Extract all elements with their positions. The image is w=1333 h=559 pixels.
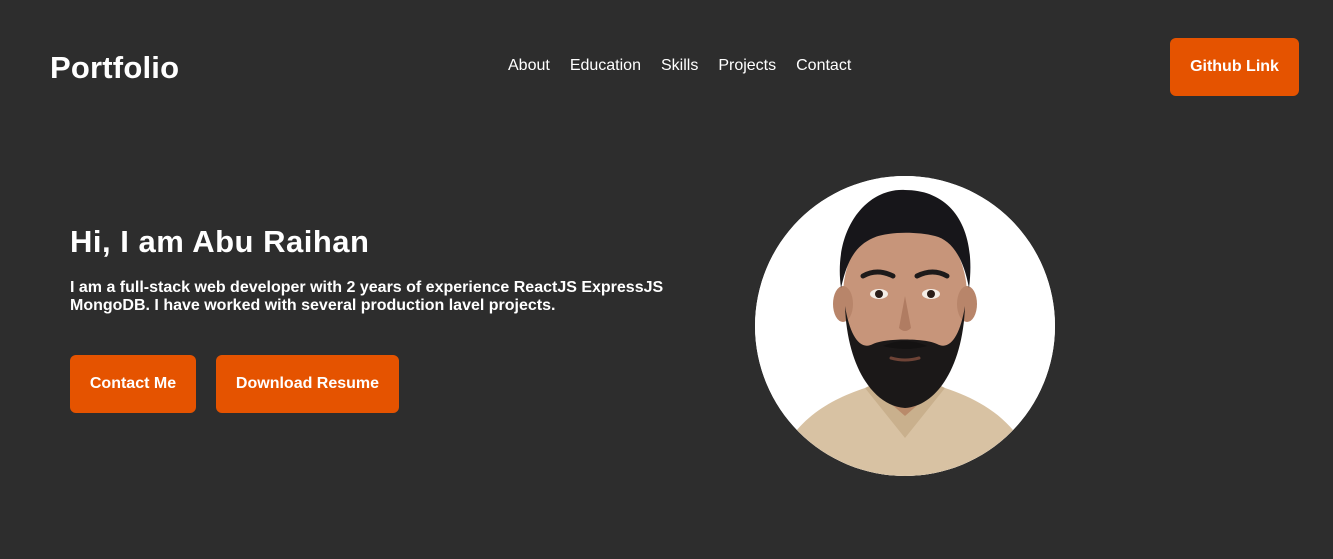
nav-link-projects[interactable]: Projects [718, 56, 776, 76]
nav-link-education[interactable]: Education [570, 56, 641, 76]
navbar: Portfolio About Education Skills Project… [0, 0, 1333, 135]
hero-description: I am a full-stack web developer with 2 y… [70, 279, 664, 314]
github-link-button[interactable]: Github Link [1170, 38, 1299, 96]
nav-link-about[interactable]: About [508, 56, 550, 76]
nav-links: About Education Skills Projects Contact [508, 56, 851, 76]
profile-portrait-illustration [755, 176, 1055, 476]
nav-link-skills[interactable]: Skills [661, 56, 698, 76]
download-resume-button[interactable]: Download Resume [216, 355, 399, 413]
profile-photo [755, 176, 1055, 476]
hero-title: Hi, I am Abu Raihan [70, 224, 370, 259]
contact-me-button[interactable]: Contact Me [70, 355, 196, 413]
brand-logo[interactable]: Portfolio [50, 48, 179, 88]
nav-link-contact[interactable]: Contact [796, 56, 851, 76]
